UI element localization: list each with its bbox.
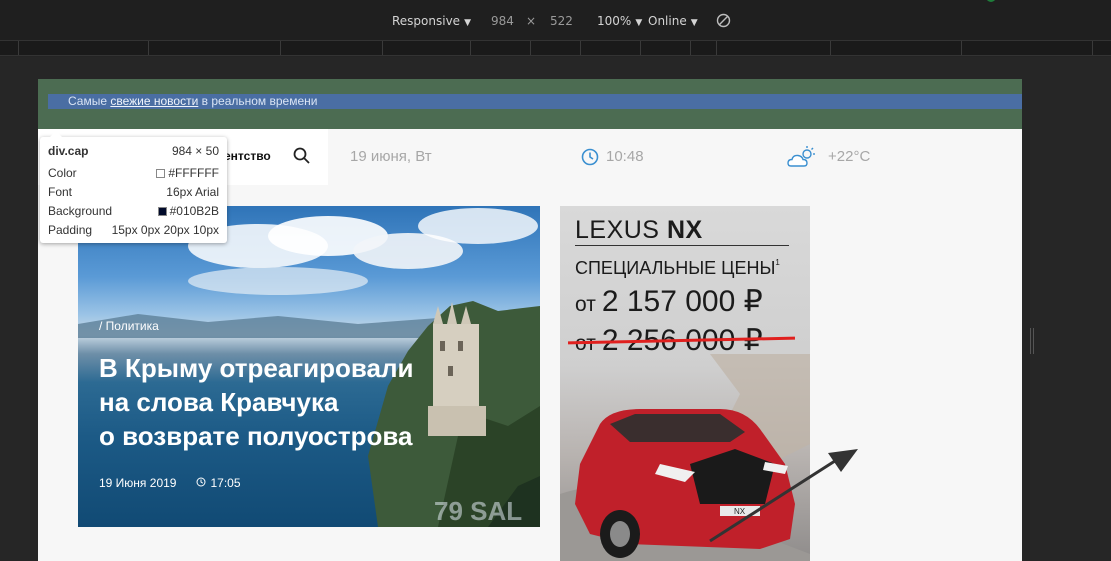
ruler-tick [530,41,531,55]
rotate-icon[interactable] [716,13,731,28]
ruler-tick [470,41,471,55]
viewport-height-input[interactable]: 522 [550,10,573,32]
ruler-tick [640,41,641,55]
property-value: #FFFFFF [156,165,219,181]
chevron-down-icon: ▼ [690,18,698,28]
temperature: +22°C [828,148,871,165]
featured-article-card[interactable]: 79 SAL / Политика В Крыму отреагировали … [78,206,540,527]
chevron-down-icon: ▼ [464,18,471,28]
property-label: Background [48,204,113,218]
navbar-info-strip [328,129,1022,185]
element-selector: div.cap [48,144,89,158]
arrow-annotation [698,439,868,554]
color-swatch [156,169,166,178]
dimension-separator: × [526,14,537,28]
clock-icon [196,476,206,490]
ruler-tick [716,41,717,55]
current-date: 19 июня, Вт [350,148,432,165]
ad-brand: LEXUS NX [575,216,703,244]
status-indicator [986,0,996,2]
title-line: о возврате полуострова [99,421,413,451]
tagline-text: в реальном времени [198,94,318,108]
ad-price: от 2 157 000 ₽ [575,285,763,318]
fresh-news-link[interactable]: свежие новости [110,94,198,108]
tooltip-pointer [50,131,62,137]
tooltip-row-background: Background #010B2B [48,203,219,219]
title-line: на слова Кравчука [99,387,339,417]
color-swatch [157,207,167,216]
property-label: Padding [48,223,93,237]
chevron-down-icon: ▼ [635,18,643,28]
media-query-ruler[interactable] [0,40,1111,56]
ruler-tick [1092,41,1093,55]
search-icon[interactable] [292,146,312,166]
clock-icon [580,147,600,167]
cap-content-highlight: Самые свежие новости в реальном времени [48,94,1022,109]
article-date: 19 Июня 2019 [99,476,177,490]
article-title[interactable]: В Крыму отреагировали на слова Кравчука … [99,351,479,453]
property-value: 15px 0px 20px 10px [111,223,219,237]
title-line: В Крыму отреагировали [99,353,414,383]
tooltip-header: div.cap 984 × 50 [48,143,219,159]
ad-offer: СПЕЦИАЛЬНЫЕ ЦЕНЫ1 [575,258,780,278]
ruler-tick [18,41,19,55]
property-value: #010B2B [157,203,219,219]
element-size: 984 × 50 [171,144,219,158]
device-select[interactable]: Responsive ▼ [392,10,471,32]
current-time: 10:48 [606,148,644,165]
property-label: Font [48,185,73,199]
zoom-select[interactable]: 100% ▼ [597,10,642,32]
cap-tagline: Самые свежие новости в реальном времени [68,94,317,109]
article-category[interactable]: / Политика [99,319,159,333]
viewport-resize-handle[interactable] [1030,328,1034,354]
viewport-width-input[interactable]: 984 [491,10,514,32]
tooltip-row-color: Color #FFFFFF [48,165,219,181]
article-meta: 19 Июня 2019 17:05 [99,476,241,490]
tooltip-row-padding: Padding 15px 0px 20px 10px [48,222,219,238]
element-inspector-tooltip: div.cap 984 × 50 Color #FFFFFF Font 16px… [40,131,227,243]
emulated-viewport: Самые свежие новости в реальном времени … [38,79,1022,561]
svg-text:79 SAL: 79 SAL [434,496,522,526]
ruler-tick [961,41,962,55]
ruler-tick [148,41,149,55]
ruler-tick [382,41,383,55]
ruler-tick [690,41,691,55]
cap-highlight: Самые свежие новости в реальном времени [38,79,1022,129]
ruler-tick [580,41,581,55]
ruler-tick [280,41,281,55]
devtools-device-toolbar: Responsive ▼ 984 × 522 100% ▼ Online ▼ [0,0,1111,40]
tooltip-row-font: Font 16px Arial [48,184,219,200]
divider [575,245,789,246]
network-throttle-select[interactable]: Online ▼ [648,10,698,32]
nav-item-agency[interactable]: ентство [224,149,271,163]
ruler-tick [830,41,831,55]
tagline-text: Самые [68,94,111,108]
property-value: 16px Arial [166,185,219,199]
property-label: Color [48,166,77,180]
article-time: 17:05 [210,476,241,490]
partly-cloudy-icon [787,145,819,169]
